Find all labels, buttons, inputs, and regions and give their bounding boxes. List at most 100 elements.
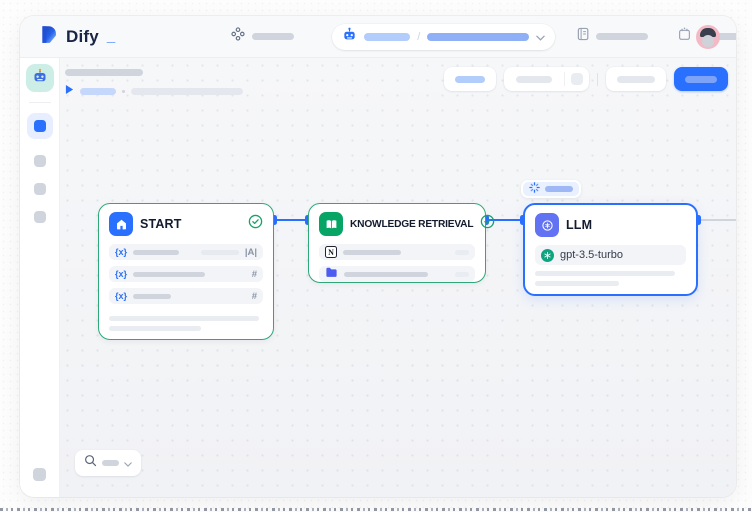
dataset-rows: N	[309, 242, 485, 282]
app-header: Dify _	[20, 16, 736, 58]
skeleton-bar	[80, 88, 116, 95]
edge-start-to-knowledge[interactable]	[274, 219, 308, 221]
brand-cursor: _	[107, 28, 115, 45]
node-header: KNOWLEDGE RETRIEVAL	[309, 204, 485, 242]
variable-icon: {x}	[115, 291, 127, 301]
skeleton-bar	[344, 272, 428, 277]
skeleton-bar	[133, 294, 171, 299]
skeleton-bar	[535, 271, 675, 276]
brand-name: Dify	[66, 27, 99, 47]
node-title: LLM	[566, 218, 686, 232]
toolbar-split-button[interactable]	[504, 67, 589, 91]
workflow-title-skeleton	[65, 69, 143, 76]
check-circle-icon	[480, 214, 495, 234]
toolbar-divider	[597, 73, 598, 86]
type-number-icon: #	[252, 269, 257, 280]
openai-icon	[541, 249, 554, 262]
dataset-row: N	[319, 244, 475, 260]
skeleton-bar	[364, 33, 410, 41]
magnifier-icon	[84, 454, 97, 472]
header-item-notebook[interactable]	[577, 27, 648, 46]
robot-icon	[32, 68, 48, 89]
sidebar-item[interactable]	[34, 211, 46, 223]
toolbar-split-main[interactable]	[504, 67, 564, 91]
edge-llm-outgoing[interactable]	[698, 219, 736, 221]
play-icon	[65, 82, 74, 100]
skeleton-bar	[455, 272, 469, 277]
chevron-down-icon[interactable]	[536, 28, 545, 46]
canvas-toolbar	[444, 67, 728, 91]
skeleton-bar	[252, 33, 294, 40]
node-llm[interactable]: LLM gpt-3.5-turbo	[523, 203, 698, 296]
sidebar-item[interactable]	[34, 155, 46, 167]
calendar-plus-icon	[678, 27, 691, 46]
node-description-skeleton	[525, 265, 696, 286]
skeleton-bar	[133, 250, 179, 255]
variable-icon: {x}	[115, 247, 127, 257]
folder-icon	[325, 265, 338, 283]
node-knowledge-retrieval[interactable]: KNOWLEDGE RETRIEVAL N	[308, 203, 486, 283]
screen-edge-artifact	[0, 508, 752, 511]
sidebar-item-workflow-selected[interactable]	[27, 113, 53, 139]
model-row: gpt-3.5-turbo	[535, 245, 686, 265]
skeleton-bar	[455, 76, 485, 83]
home-icon	[109, 212, 133, 236]
robot-icon	[342, 27, 357, 47]
dify-logo-icon	[38, 24, 59, 50]
sidebar-divider	[29, 102, 51, 103]
sidebar-app-icon[interactable]	[26, 64, 54, 92]
variable-row: {x} |A|	[109, 244, 263, 260]
toolbar-primary-button[interactable]	[674, 67, 728, 91]
node-start[interactable]: START {x} |A|	[98, 203, 274, 340]
avatar-face	[702, 35, 714, 47]
app-switcher[interactable]: /	[332, 24, 555, 50]
sidebar-item-glyph	[34, 120, 46, 132]
notion-icon: N	[325, 246, 337, 258]
type-text-icon: |A|	[245, 247, 257, 258]
zoom-control[interactable]	[75, 450, 141, 476]
skeleton-bar	[685, 76, 717, 83]
toolbar-split-menu[interactable]	[565, 67, 589, 91]
sidebar	[20, 58, 60, 497]
skeleton-bar	[102, 460, 119, 466]
dify-logo[interactable]: Dify _	[38, 24, 115, 50]
node-header: START	[99, 204, 273, 242]
skeleton-bar	[131, 88, 243, 95]
skeleton-bar	[201, 250, 239, 255]
skeleton-bar	[455, 250, 469, 255]
node-status-badge	[521, 180, 581, 198]
icon-placeholder	[571, 73, 583, 85]
skeleton-bar	[545, 186, 573, 192]
toolbar-secondary-button[interactable]	[606, 67, 666, 91]
sidebar-item-bottom[interactable]	[33, 468, 46, 481]
skeleton-bar	[535, 281, 619, 286]
model-name: gpt-3.5-turbo	[560, 249, 623, 261]
skeleton-bar	[133, 272, 205, 277]
dataset-row	[319, 266, 475, 282]
node-description-skeleton	[99, 310, 273, 331]
node-header: LLM	[525, 205, 696, 243]
check-circle-icon	[248, 214, 263, 234]
apps-icon	[231, 27, 245, 46]
variable-icon: {x}	[115, 269, 127, 279]
workflow-canvas[interactable]: START {x} |A|	[60, 58, 736, 497]
variable-rows: {x} |A| {x} # {x}	[99, 242, 273, 304]
skeleton-bar	[109, 326, 201, 331]
variable-row: {x} #	[109, 288, 263, 304]
node-title: KNOWLEDGE RETRIEVAL	[350, 219, 473, 230]
spinner-icon	[529, 180, 540, 198]
app-switcher-separator: /	[417, 31, 420, 43]
skeleton-bar	[596, 33, 648, 40]
user-avatar[interactable]	[696, 25, 720, 49]
toolbar-pill-button[interactable]	[444, 67, 496, 91]
skeleton-bar	[617, 76, 655, 83]
dot-separator	[122, 90, 125, 93]
workspace-menu[interactable]	[231, 27, 294, 46]
chevron-down-icon[interactable]	[124, 454, 132, 472]
skeleton-bar	[109, 316, 259, 321]
sidebar-item[interactable]	[34, 183, 46, 195]
node-title: START	[140, 217, 241, 231]
app-window: Dify _	[20, 16, 736, 497]
skeleton-bar	[427, 33, 529, 41]
book-open-icon	[319, 212, 343, 236]
